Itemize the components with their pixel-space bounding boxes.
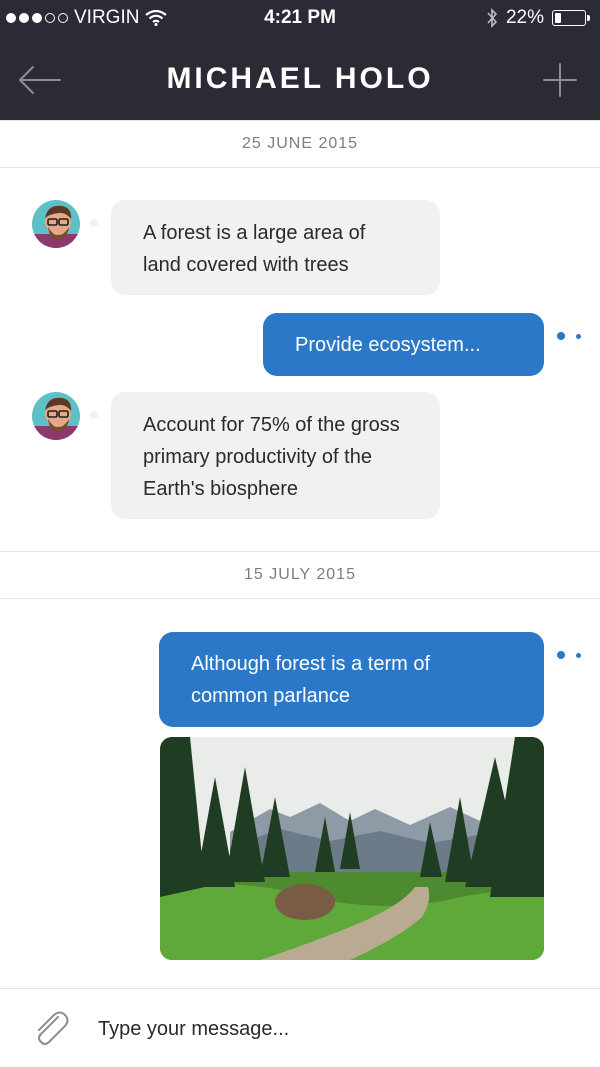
battery-icon (552, 10, 590, 26)
outgoing-message-bubble[interactable]: Provide ecosystem... (263, 313, 544, 376)
incoming-message-bubble[interactable]: Account for 75% of the gross primary pro… (111, 392, 440, 519)
navigation-bar: MICHAEL HOLO (0, 40, 600, 120)
photo-attachment[interactable] (160, 737, 544, 960)
bluetooth-icon (487, 8, 498, 28)
message-composer (0, 988, 600, 1067)
message-tail (557, 332, 565, 340)
app-header: VIRGIN 4:21 PM 22% MICHAEL HOLO (0, 0, 600, 120)
message-tail (557, 651, 565, 659)
outgoing-message-bubble[interactable]: Although forest is a term of common parl… (159, 632, 544, 727)
message-text: Although forest is a term of common parl… (191, 653, 431, 707)
message-text: Account for 75% of the gross primary pro… (143, 414, 400, 500)
message-tail (576, 334, 581, 339)
message-tail (90, 411, 98, 419)
incoming-message-bubble[interactable]: A forest is a large area of land covered… (111, 200, 440, 295)
message-tail (90, 219, 98, 227)
plus-icon[interactable] (542, 62, 578, 98)
message-tail (576, 653, 581, 658)
date-separator: 25 JUNE 2015 (0, 120, 600, 168)
message-text: A forest is a large area of land covered… (143, 222, 366, 276)
date-separator: 15 JULY 2015 (0, 551, 600, 599)
avatar[interactable] (32, 392, 80, 440)
avatar[interactable] (32, 200, 80, 248)
status-bar: VIRGIN 4:21 PM 22% (0, 0, 600, 36)
contact-name: MICHAEL HOLO (166, 62, 434, 95)
battery-percentage: 22% (505, 7, 544, 28)
paperclip-icon[interactable] (28, 1007, 72, 1051)
message-text: Provide ecosystem... (295, 334, 481, 356)
message-input[interactable] (98, 1009, 578, 1049)
